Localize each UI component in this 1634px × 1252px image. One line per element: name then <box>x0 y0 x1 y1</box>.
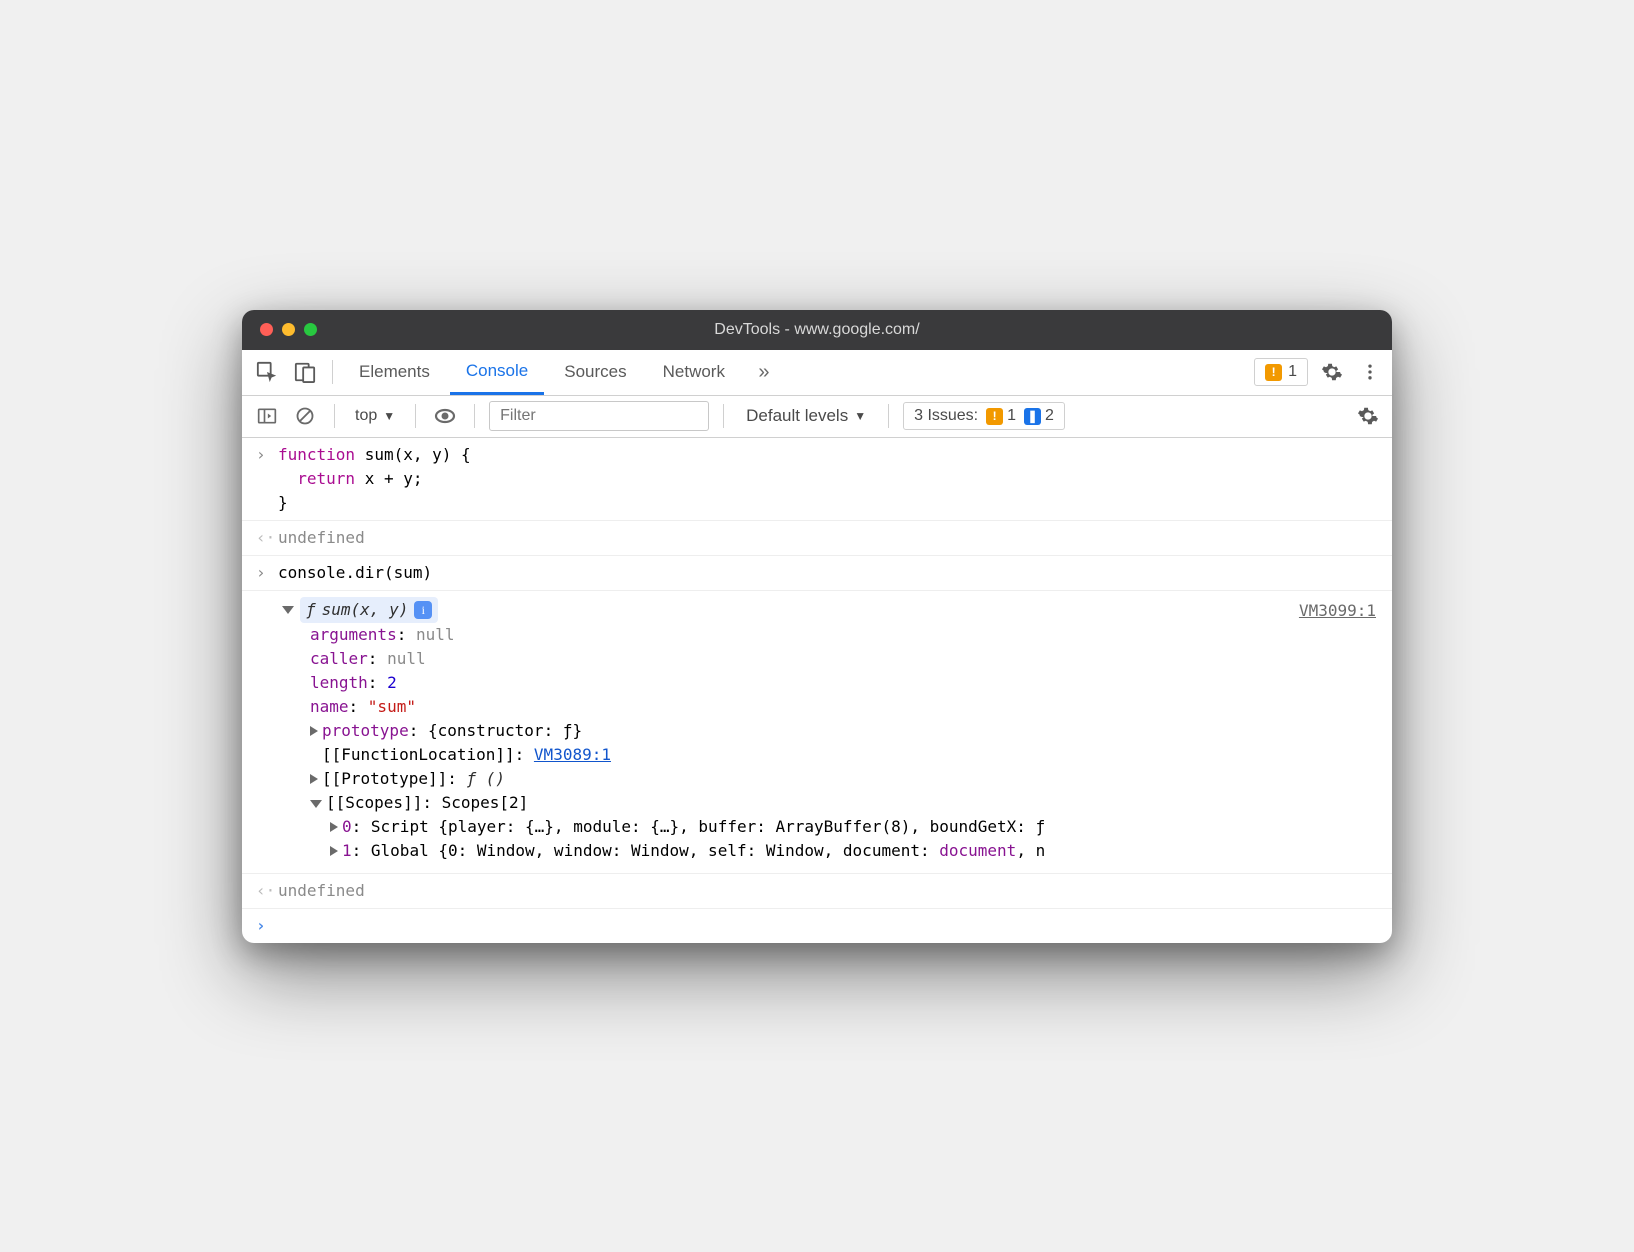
property-row[interactable]: [[Scopes]]: Scopes[2] <box>282 791 1378 815</box>
tab-network[interactable]: Network <box>647 349 741 395</box>
tab-console[interactable]: Console <box>450 349 544 395</box>
devtools-window: DevTools - www.google.com/ Elements Cons… <box>242 310 1392 943</box>
console-input-row: › console.dir(sum) <box>242 556 1392 591</box>
code-input[interactable]: function sum(x, y) { return x + y; } <box>278 443 1378 515</box>
property-row[interactable]: caller: null <box>282 647 1378 671</box>
settings-icon[interactable] <box>1318 358 1346 386</box>
device-toolbar-icon[interactable] <box>288 355 322 389</box>
warning-icon: ! <box>1265 364 1282 381</box>
more-tabs-icon[interactable]: » <box>749 357 779 387</box>
chevron-down-icon: ▼ <box>383 409 395 423</box>
collapse-icon[interactable] <box>310 800 322 808</box>
separator <box>723 404 724 428</box>
console-output-row: ‹· undefined <box>242 874 1392 909</box>
expand-icon[interactable] <box>310 726 318 736</box>
property-row[interactable]: [[Prototype]]: ƒ () <box>282 767 1378 791</box>
inspect-element-icon[interactable] <box>250 355 284 389</box>
separator <box>334 404 335 428</box>
input-chevron-icon: › <box>256 561 278 585</box>
output-value: undefined <box>278 879 1378 903</box>
dir-output: VM3099:1 ƒ sum(x, y) i arguments: null c… <box>242 591 1392 874</box>
levels-label: Default levels <box>746 406 848 426</box>
sidebar-toggle-icon[interactable] <box>252 401 282 431</box>
issues-label: 3 Issues: <box>914 407 978 425</box>
object-header[interactable]: ƒ sum(x, y) i <box>282 597 1378 623</box>
context-label: top <box>355 407 377 425</box>
main-tabs: Elements Console Sources Network » ! 1 <box>242 350 1392 396</box>
warning-badge[interactable]: ! 1 <box>1254 358 1308 386</box>
source-link[interactable]: VM3089:1 <box>534 745 611 764</box>
expand-icon[interactable] <box>330 822 338 832</box>
live-expression-icon[interactable] <box>430 401 460 431</box>
issues-button[interactable]: 3 Issues: !1 ❚2 <box>903 402 1065 430</box>
scope-row[interactable]: 1: Global {0: Window, window: Window, se… <box>282 839 1378 863</box>
close-icon[interactable] <box>260 323 273 336</box>
property-row[interactable]: prototype: {constructor: ƒ} <box>282 719 1378 743</box>
console-output-row: ‹· undefined <box>242 521 1392 556</box>
console-settings-icon[interactable] <box>1354 402 1382 430</box>
output-value: undefined <box>278 526 1378 550</box>
chevron-down-icon: ▼ <box>854 409 866 423</box>
expand-icon[interactable] <box>330 846 338 856</box>
issues-warn-count: 1 <box>1007 407 1016 425</box>
info-icon: ❚ <box>1024 408 1041 425</box>
output-chevron-icon: ‹· <box>256 879 278 903</box>
property-row[interactable]: arguments: null <box>282 623 1378 647</box>
scope-row[interactable]: 0: Script {player: {…}, module: {…}, buf… <box>282 815 1378 839</box>
expand-icon[interactable] <box>310 774 318 784</box>
separator <box>474 404 475 428</box>
console-prompt-row[interactable]: › <box>242 909 1392 943</box>
console-prompt[interactable] <box>278 914 1378 938</box>
maximize-icon[interactable] <box>304 323 317 336</box>
output-chevron-icon: ‹· <box>256 526 278 550</box>
info-icon[interactable]: i <box>414 601 432 619</box>
prompt-chevron-icon: › <box>256 914 278 938</box>
separator <box>888 404 889 428</box>
context-selector[interactable]: top ▼ <box>349 407 401 425</box>
separator <box>332 360 333 384</box>
warning-icon: ! <box>986 408 1003 425</box>
console-input-row: › function sum(x, y) { return x + y; } <box>242 438 1392 521</box>
tab-elements[interactable]: Elements <box>343 349 446 395</box>
titlebar: DevTools - www.google.com/ <box>242 310 1392 350</box>
tab-sources[interactable]: Sources <box>548 349 642 395</box>
traffic-lights <box>260 323 317 336</box>
issues-info-count: 2 <box>1045 407 1054 425</box>
property-row[interactable]: name: "sum" <box>282 695 1378 719</box>
log-levels-selector[interactable]: Default levels ▼ <box>738 406 874 426</box>
warning-count: 1 <box>1288 363 1297 381</box>
clear-console-icon[interactable] <box>290 401 320 431</box>
filter-input[interactable] <box>489 401 709 431</box>
console-toolbar: top ▼ Default levels ▼ 3 Issues: !1 ❚2 <box>242 396 1392 438</box>
code-input[interactable]: console.dir(sum) <box>278 561 1378 585</box>
separator <box>415 404 416 428</box>
input-chevron-icon: › <box>256 443 278 515</box>
kebab-menu-icon[interactable] <box>1356 358 1384 386</box>
minimize-icon[interactable] <box>282 323 295 336</box>
console-output: › function sum(x, y) { return x + y; } ‹… <box>242 438 1392 943</box>
source-link[interactable]: VM3099:1 <box>1299 599 1376 623</box>
window-title: DevTools - www.google.com/ <box>714 321 919 339</box>
collapse-icon[interactable] <box>282 606 294 614</box>
property-row[interactable]: length: 2 <box>282 671 1378 695</box>
property-row[interactable]: [[FunctionLocation]]: VM3089:1 <box>282 743 1378 767</box>
